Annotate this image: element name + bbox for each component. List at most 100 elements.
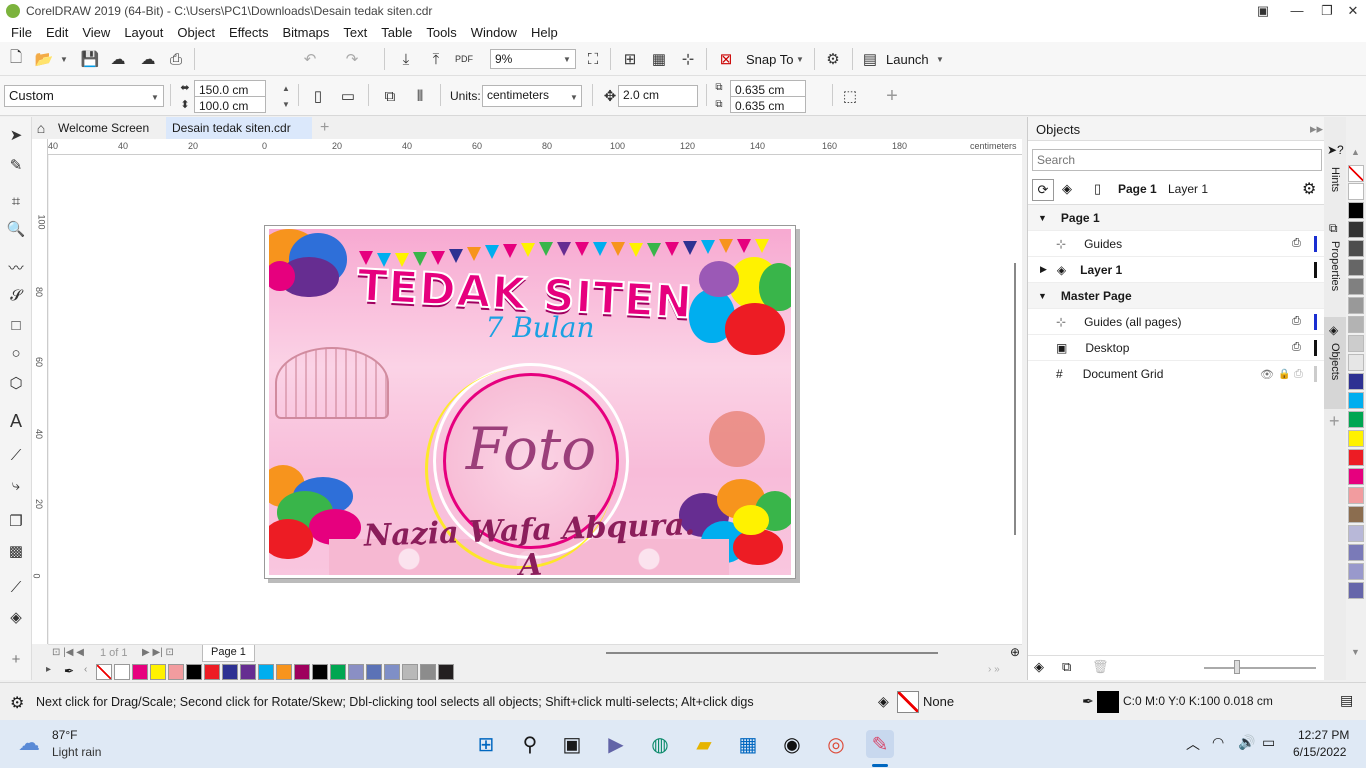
home-icon[interactable]: ⌂ — [32, 117, 50, 139]
menu-object[interactable]: Object — [170, 25, 222, 40]
weather-icon[interactable]: ☁ — [18, 730, 40, 756]
weather-description[interactable]: Light rain — [52, 745, 101, 759]
save-icon[interactable]: 💾 — [78, 47, 102, 71]
color-swatch[interactable] — [168, 664, 184, 680]
tab-document[interactable]: Desain tedak siten.cdr — [166, 117, 312, 139]
tree-row-document-grid[interactable]: # Document Grid 👁 🔒 ⎙ — [1028, 361, 1325, 387]
palette-scroll-up-icon[interactable]: ▲ — [1351, 147, 1360, 157]
color-settings-icon[interactable]: ▤ — [1340, 692, 1353, 709]
chrome-icon[interactable]: ◎ — [822, 730, 850, 758]
layers-icon[interactable]: ◈ — [1062, 181, 1072, 197]
color-swatch[interactable] — [1348, 544, 1364, 561]
tab-properties[interactable]: Properties — [1329, 241, 1341, 291]
color-swatch[interactable] — [402, 664, 418, 680]
palette-scroll-left-icon[interactable]: ▸ — [46, 664, 51, 675]
hints-icon[interactable]: ➤? — [1327, 143, 1344, 157]
color-swatch[interactable] — [204, 664, 220, 680]
launch-dropdown-icon[interactable]: ▼ — [936, 55, 944, 64]
color-swatch[interactable] — [1348, 316, 1364, 333]
page-nav-first-icon[interactable]: ⊡ |◀ ◀ — [52, 647, 84, 658]
nudge-distance-input[interactable]: 2.0 cm — [618, 85, 698, 107]
volume-icon[interactable]: 🔊 — [1238, 734, 1255, 751]
lock-icon[interactable]: 🔒 — [1278, 369, 1290, 380]
undo-icon[interactable]: ↶ — [298, 47, 322, 71]
no-color-swatch[interactable] — [1348, 165, 1364, 182]
color-swatch[interactable] — [1348, 221, 1364, 238]
battery-icon[interactable]: ▭ — [1262, 734, 1275, 751]
color-swatch[interactable] — [1348, 297, 1364, 314]
redo-icon[interactable]: ↷ — [340, 47, 364, 71]
menu-tools[interactable]: Tools — [419, 25, 463, 40]
units-select[interactable]: centimeters — [482, 85, 582, 107]
page-border-icon[interactable]: ⬚ — [838, 84, 862, 108]
file-explorer-icon[interactable]: ▰ — [690, 730, 718, 758]
artistic-media-icon[interactable]: 𝓢 — [4, 283, 28, 307]
color-swatch[interactable] — [258, 664, 274, 680]
teams-chat-icon[interactable]: ▶ — [602, 730, 630, 758]
color-swatch[interactable] — [1348, 259, 1364, 276]
add-docker-icon[interactable]: + — [1329, 411, 1340, 432]
design-subtitle[interactable]: 7 Bulan — [465, 311, 615, 344]
tree-row-master-page[interactable]: ▼ Master Page — [1028, 283, 1325, 309]
menu-window[interactable]: Window — [464, 25, 524, 40]
duplicate-distance-y-input[interactable]: 0.635 cm — [730, 96, 806, 113]
eyedropper-icon[interactable]: ⟋ — [4, 575, 28, 599]
shape-tool-icon[interactable]: ✎ — [4, 153, 28, 177]
color-swatch[interactable] — [1348, 506, 1364, 523]
parallel-dimension-icon[interactable]: ⟋ — [4, 443, 28, 467]
docker-options-gear-icon[interactable]: ⚙ — [1302, 179, 1316, 199]
pick-tool-icon[interactable]: ➤ — [4, 123, 28, 147]
add-tool-icon[interactable]: + — [4, 647, 28, 671]
page-tab[interactable]: Page 1 — [202, 645, 255, 662]
current-page-icon[interactable]: ⫴ — [408, 84, 432, 108]
no-color-swatch[interactable] — [96, 664, 112, 680]
tree-row-desktop[interactable]: ▣ Desktop ⎙ — [1028, 335, 1325, 361]
tab-hints[interactable]: Hints — [1329, 167, 1341, 192]
visibility-eye-icon[interactable]: 👁 — [1260, 368, 1274, 381]
preset-dropdown-icon[interactable]: ▼ — [151, 93, 159, 102]
page-view-icon[interactable]: ⟳ — [1032, 179, 1054, 201]
color-swatch[interactable] — [1348, 335, 1364, 352]
docker-expand-icon[interactable]: ▸▸ — [1310, 121, 1323, 137]
design-child-name[interactable]: Nazia Wafa Abqura. A — [354, 507, 706, 575]
color-swatch[interactable] — [420, 664, 436, 680]
launch-icon[interactable]: ▤ — [858, 47, 882, 71]
all-pages-icon[interactable]: ⧉ — [378, 84, 402, 108]
properties-icon[interactable]: ⧉ — [1329, 221, 1338, 236]
tedak-siten-banner[interactable]: TEDAK SITEN 7 Bulan Foto Nazia Wafa Abqu… — [269, 229, 791, 575]
menu-help[interactable]: Help — [524, 25, 565, 40]
freehand-tool-icon[interactable]: 〰 — [4, 255, 28, 279]
windows-start-icon[interactable]: ⊞ — [472, 730, 500, 758]
palette-back-icon[interactable]: ‹ — [84, 664, 87, 675]
microsoft-store-icon[interactable]: ▦ — [734, 730, 762, 758]
print-toggle-icon[interactable]: ⎙ — [1292, 315, 1301, 328]
design-photo-placeholder[interactable]: Foto — [443, 415, 619, 483]
color-swatch[interactable] — [438, 664, 454, 680]
cloud-sync-icon[interactable]: ☁ — [136, 47, 160, 71]
clock-date[interactable]: 6/15/2022 — [1293, 745, 1346, 759]
page-height-input[interactable]: 100.0 cm — [194, 96, 266, 113]
palette-scroll-right-icon[interactable]: › » — [988, 664, 1000, 675]
export-icon[interactable]: ⤒ — [424, 47, 448, 71]
color-swatch[interactable] — [312, 664, 328, 680]
collapse-icon[interactable]: ▼ — [1038, 213, 1047, 223]
tab-welcome-screen[interactable]: Welcome Screen — [52, 117, 156, 139]
page-icon[interactable]: ▯ — [1094, 181, 1101, 197]
color-swatch[interactable] — [1348, 582, 1364, 599]
page-artwork[interactable]: TEDAK SITEN 7 Bulan Foto Nazia Wafa Abqu… — [264, 225, 796, 579]
outline-swatch[interactable] — [1097, 691, 1119, 713]
color-swatch[interactable] — [1348, 411, 1364, 428]
height-spin-icon[interactable]: ▼ — [282, 100, 290, 109]
menu-layout[interactable]: Layout — [117, 25, 170, 40]
color-swatch[interactable] — [1348, 449, 1364, 466]
launch-menu[interactable]: Launch — [886, 52, 929, 67]
color-swatch[interactable] — [1348, 487, 1364, 504]
units-dropdown-icon[interactable]: ▼ — [570, 93, 578, 102]
color-swatch[interactable] — [1348, 354, 1364, 371]
menu-view[interactable]: View — [75, 25, 117, 40]
color-swatch[interactable] — [384, 664, 400, 680]
polygon-tool-icon[interactable]: ⬡ — [4, 371, 28, 395]
menu-file[interactable]: File — [4, 25, 39, 40]
page-nav-last-icon[interactable]: ▶ ▶| ⊡ — [142, 647, 174, 658]
new-document-icon[interactable]: 🗋 — [4, 47, 28, 71]
